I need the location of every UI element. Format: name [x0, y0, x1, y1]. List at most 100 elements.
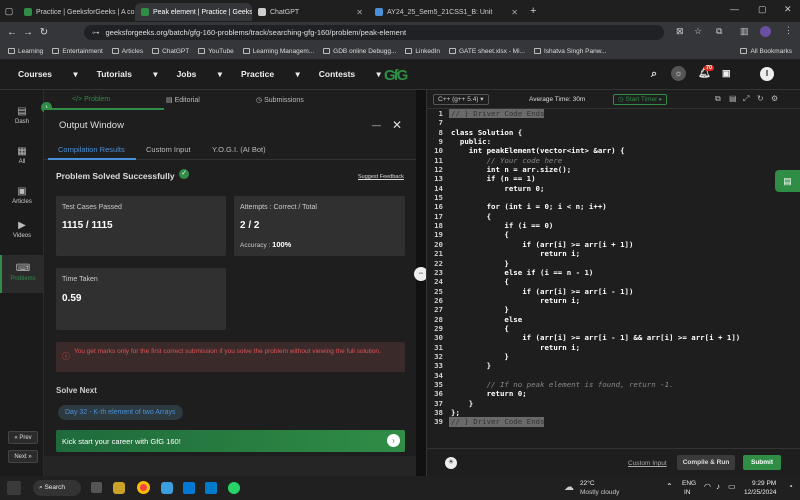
tray-chevron-icon[interactable]: ⌃: [666, 482, 673, 491]
next-problem-chip[interactable]: Day 32 - K-th element of two Arrays: [58, 405, 183, 420]
browser-tab[interactable]: AY24_25_Sem5_21CSS1_B: Unit ✕: [369, 3, 524, 21]
nav-contests[interactable]: Contests ▾: [319, 69, 381, 80]
minimize-panel-icon[interactable]: —: [372, 120, 381, 130]
theme-toggle-icon[interactable]: ☼: [671, 66, 686, 81]
browser-tab[interactable]: ChatGPT ✕: [252, 3, 369, 21]
bookmark-item[interactable]: Learning: [8, 48, 43, 55]
file-explorer-icon[interactable]: [113, 482, 125, 494]
menu-icon[interactable]: ⋮: [784, 25, 793, 36]
close-tab-icon[interactable]: ✕: [511, 8, 518, 17]
tab-title: Peak element | Practice | Geeks: [153, 8, 252, 16]
volume-icon[interactable]: ♪: [716, 482, 720, 491]
prev-button[interactable]: « Prev: [8, 431, 38, 444]
line-text: int n = arr.size();: [451, 165, 572, 175]
bookmark-item[interactable]: ChatGPT: [152, 48, 189, 55]
search-icon[interactable]: ⌕: [651, 68, 657, 81]
bookmark-item[interactable]: GATE sheet.xlsx - Mi...: [448, 48, 525, 55]
bookmark-icon: [52, 48, 60, 54]
start-timer-button[interactable]: ◷ Start Timer ▸: [613, 94, 668, 105]
tab-list-icon[interactable]: ▢: [0, 6, 18, 17]
rail-item-videos[interactable]: ▶ Videos: [0, 220, 44, 250]
taskbar-search[interactable]: ⌕ Search: [33, 480, 81, 496]
tab-editorial[interactable]: ▤ Editorial: [166, 96, 200, 104]
browser-tab[interactable]: Peak element | Practice | Geeks✕: [135, 3, 252, 21]
rail-item-problems[interactable]: ⌨ Problems: [0, 255, 44, 293]
bookmark-item[interactable]: GDB online Debugg...: [323, 48, 396, 55]
chat-icon[interactable]: ▤: [775, 170, 800, 192]
new-tab-button[interactable]: +: [524, 5, 542, 17]
notifications-icon[interactable]: ◔: [788, 482, 793, 491]
code-line: 20 if (arr[i] >= arr[i + 1]): [427, 240, 800, 249]
chrome-icon[interactable]: [137, 481, 150, 494]
close-tab-icon[interactable]: ✕: [356, 8, 363, 17]
translate-icon[interactable]: ⊠: [676, 26, 684, 37]
url-bar[interactable]: ⊶ geeksforgeeks.org/batch/gfg-160-proble…: [84, 25, 664, 40]
sidebar-icon[interactable]: ▥: [740, 26, 749, 37]
time-value: 0.59: [62, 293, 82, 304]
edge-icon[interactable]: [161, 482, 173, 494]
profile-avatar[interactable]: [760, 26, 771, 37]
line-number: 11: [434, 155, 443, 165]
task-view-icon[interactable]: [91, 482, 102, 493]
nav-tutorials[interactable]: Tutorials ▾: [97, 69, 158, 80]
reload-icon[interactable]: ↻: [36, 27, 52, 38]
user-avatar[interactable]: I: [760, 67, 774, 81]
tab-submissions[interactable]: ◷ Submissions: [256, 96, 304, 104]
bookmark-item[interactable]: LinkedIn: [405, 48, 440, 55]
tab-custom-input[interactable]: Custom Input: [146, 145, 191, 154]
next-button[interactable]: Next »: [8, 450, 38, 463]
wifi-icon[interactable]: ◠: [704, 482, 711, 491]
tab-compilation-results[interactable]: Compilation Results: [58, 145, 125, 154]
extensions-icon[interactable]: ⧉: [716, 26, 722, 37]
battery-icon[interactable]: ▭: [728, 482, 736, 491]
custom-input-link[interactable]: Custom Input: [628, 460, 667, 467]
all-bookmarks[interactable]: All Bookmarks: [740, 48, 792, 55]
copy-icon[interactable]: ⧉: [715, 94, 721, 104]
compile-run-button[interactable]: Compile & Run: [677, 455, 735, 470]
vscode-icon[interactable]: [205, 482, 217, 494]
cart-icon[interactable]: ▣: [722, 68, 731, 79]
bookmark-item[interactable]: YouTube: [198, 48, 234, 55]
forward-icon[interactable]: →: [20, 27, 36, 38]
widgets-icon[interactable]: [7, 481, 21, 495]
bookmark-item[interactable]: Learning Managem...: [242, 48, 314, 55]
career-banner[interactable]: Kick start your career with GfG 160! ›: [56, 430, 405, 452]
close-window-button[interactable]: ✕: [784, 4, 792, 15]
rail-item-all[interactable]: ▦ All: [0, 146, 44, 176]
pane-splitter[interactable]: [416, 90, 426, 476]
tab-yogi-bot[interactable]: Y.O.G.I. (AI Bot): [212, 145, 266, 154]
lightbulb-icon[interactable]: ☀: [445, 457, 457, 469]
settings-icon[interactable]: ⚙: [771, 94, 778, 103]
fullscreen-icon[interactable]: ⤢: [743, 94, 749, 104]
submit-button[interactable]: Submit: [743, 455, 781, 470]
store-icon[interactable]: [183, 482, 195, 494]
reset-icon[interactable]: ↻: [757, 94, 764, 103]
line-number: 32: [434, 351, 443, 361]
bookmark-item[interactable]: Articles: [111, 48, 143, 55]
code-area[interactable]: 1 // } Driver Code Ends 7 8 class Solution {…: [427, 109, 800, 439]
nav-courses[interactable]: Courses ▾: [18, 69, 78, 80]
gfg-logo[interactable]: GfG: [384, 67, 408, 84]
line-number: 1: [438, 109, 443, 118]
back-icon[interactable]: ←: [4, 27, 20, 38]
clock-date: 12/25/2024: [744, 489, 777, 496]
doc-icon[interactable]: ▤: [729, 94, 737, 103]
tab-problem[interactable]: </> Problem: [72, 96, 110, 103]
bookmark-item[interactable]: Entertainment: [52, 48, 103, 55]
star-icon[interactable]: ☆: [694, 26, 702, 37]
nav-jobs[interactable]: Jobs ▾: [177, 69, 222, 80]
close-panel-icon[interactable]: ✕: [392, 118, 402, 132]
browser-tab[interactable]: Practice | GeeksforGeeks | A co✕: [18, 3, 135, 21]
nav-practice[interactable]: Practice ▾: [241, 69, 300, 80]
language-select[interactable]: C++ (g++ 5.4) ▾: [433, 94, 489, 105]
whatsapp-icon[interactable]: [228, 482, 240, 494]
suggest-feedback-link[interactable]: Suggest Feedback: [358, 174, 404, 180]
language-indicator[interactable]: ENG: [682, 480, 696, 487]
rail-item-dash[interactable]: ▤ Dash: [0, 106, 44, 136]
site-info-icon[interactable]: ⊶: [92, 28, 100, 37]
status-text: Problem Solved Successfully: [56, 171, 175, 181]
bookmark-item[interactable]: Ishatva Singh Panw...: [533, 48, 606, 55]
minimize-button[interactable]: —: [730, 4, 739, 14]
maximize-button[interactable]: ▢: [758, 4, 767, 15]
rail-item-articles[interactable]: ▣ Articles: [0, 186, 44, 216]
